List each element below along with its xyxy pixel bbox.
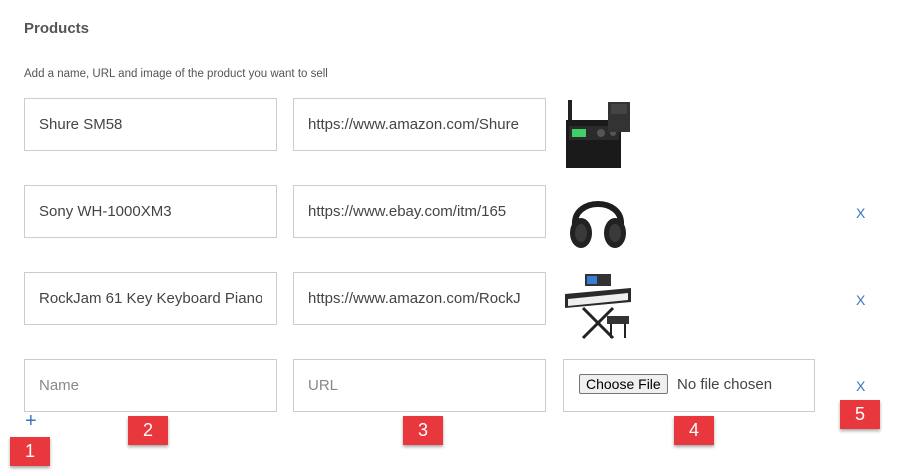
new-product-name-input[interactable] <box>24 359 277 412</box>
product-image <box>563 272 633 342</box>
product-image <box>563 98 633 168</box>
annotation-badge: 5 <box>840 400 880 429</box>
annotation-badge: 2 <box>128 416 168 445</box>
add-product-button[interactable]: + <box>25 410 37 433</box>
product-name-input[interactable] <box>24 272 277 325</box>
new-product-url-input[interactable] <box>293 359 546 412</box>
remove-product-button[interactable]: X <box>856 205 865 221</box>
file-status: No file chosen <box>677 376 773 393</box>
products-title: Products <box>24 20 90 37</box>
remove-product-button[interactable]: X <box>856 378 865 394</box>
product-url-input[interactable] <box>293 272 546 325</box>
choose-file-button[interactable]: Choose File <box>579 374 668 394</box>
annotation-badge: 1 <box>10 437 50 466</box>
product-url-input[interactable] <box>293 185 546 238</box>
remove-product-button[interactable]: X <box>856 292 865 308</box>
file-upload-field[interactable]: Choose File No file chosen <box>563 359 815 412</box>
product-url-input[interactable] <box>293 98 546 151</box>
product-name-input[interactable] <box>24 98 277 151</box>
products-description: Add a name, URL and image of the product… <box>24 68 328 80</box>
annotation-badge: 3 <box>403 416 443 445</box>
product-image <box>563 185 633 255</box>
product-name-input[interactable] <box>24 185 277 238</box>
annotation-badge: 4 <box>674 416 714 445</box>
